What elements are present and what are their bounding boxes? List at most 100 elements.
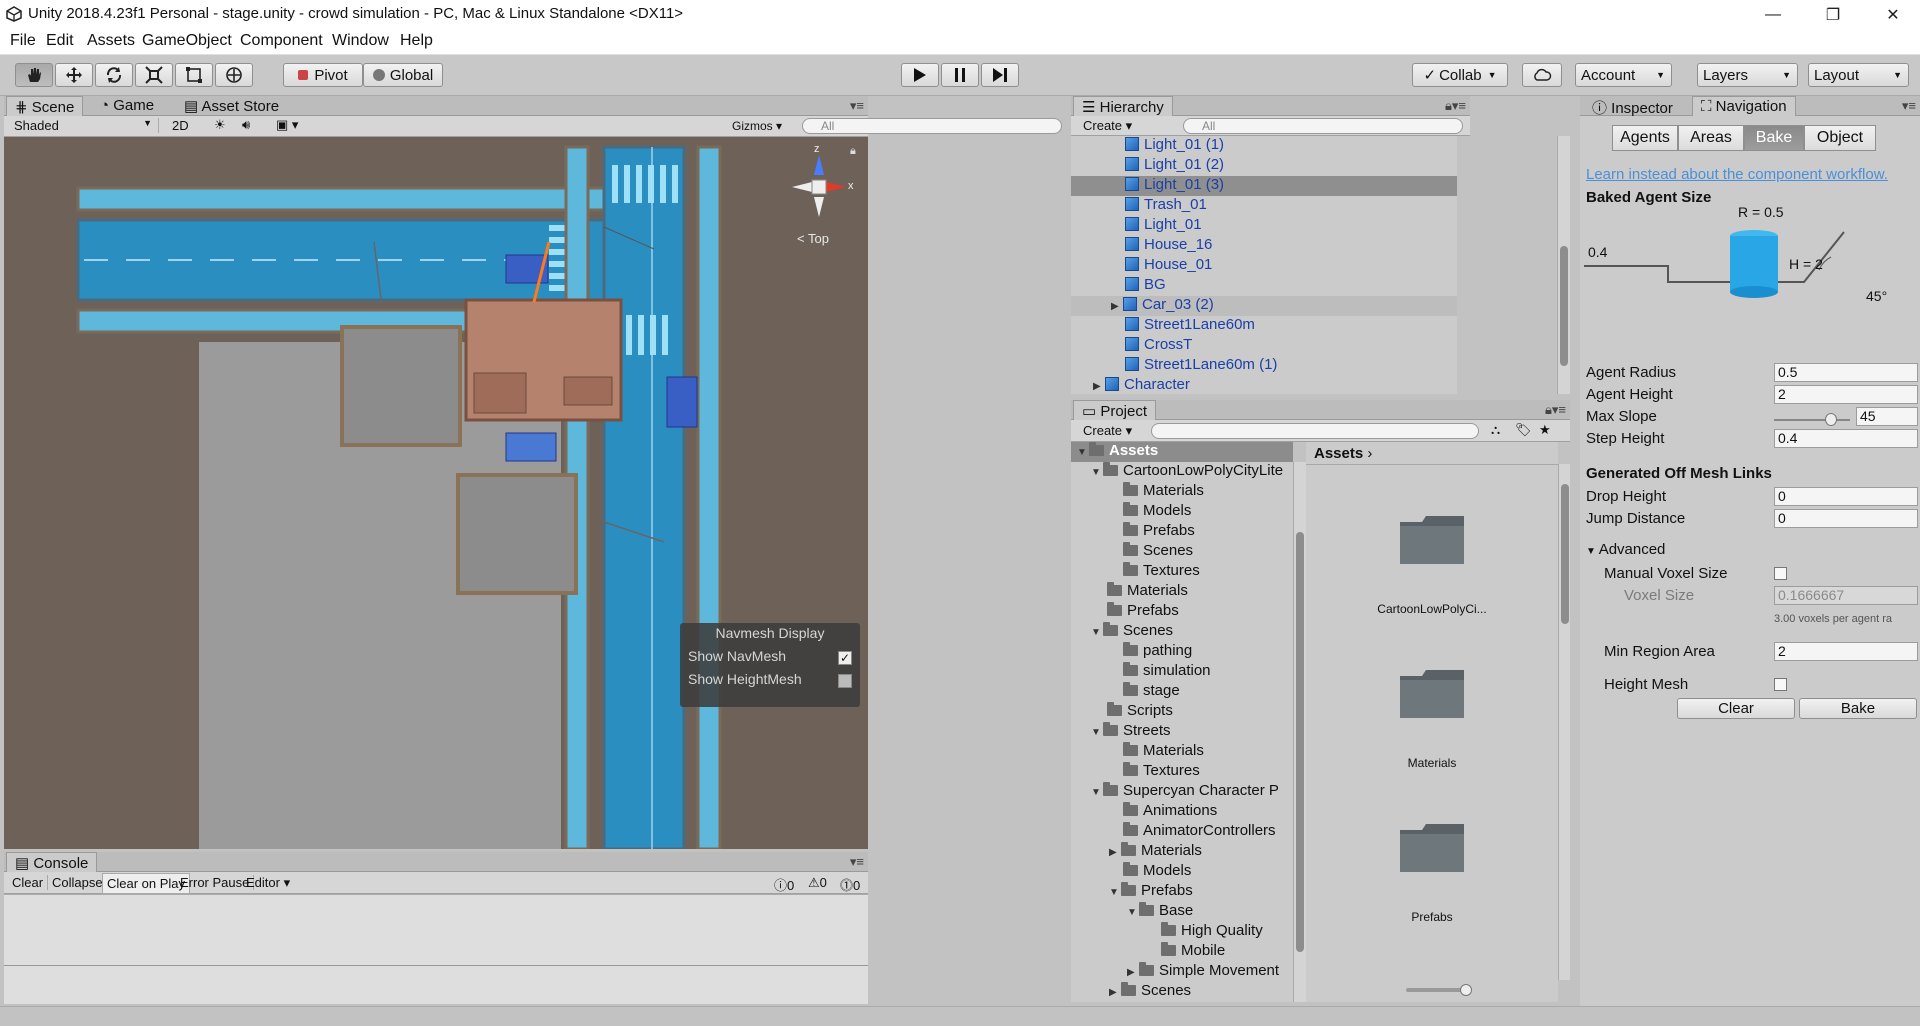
tab-project[interactable]: ▭ Project — [1073, 400, 1157, 420]
panel-menu-icon[interactable]: ▾≡ — [1902, 98, 1916, 114]
panel-menu-icon[interactable]: ▾≡ — [850, 98, 864, 114]
step-button[interactable] — [981, 63, 1019, 87]
asset-grid-scroll-thumb[interactable] — [1561, 484, 1569, 624]
tree-item[interactable]: Scenes — [1123, 542, 1193, 562]
hierarchy-item[interactable]: Light_01 (2)› — [1071, 156, 1457, 176]
collapse-arrow-icon[interactable]: ▼ — [1091, 467, 1103, 478]
zoom-slider-thumb[interactable] — [1460, 984, 1472, 996]
panel-menu-icon[interactable]: 🔒︎▾≡ — [1545, 402, 1566, 418]
hierarchy-search-input[interactable]: All — [1183, 118, 1463, 134]
tab-console[interactable]: ▤ Console — [6, 852, 98, 872]
expand-arrow-icon[interactable]: ▶ — [1109, 847, 1121, 858]
console-clear-button[interactable]: Clear — [8, 875, 49, 890]
tree-item[interactable]: stage — [1123, 682, 1180, 702]
max-slope-slider-thumb[interactable] — [1825, 413, 1837, 426]
collapse-arrow-icon[interactable]: ▼ — [1091, 787, 1103, 798]
hierarchy-item[interactable]: Trash_01› — [1071, 196, 1457, 216]
manual-voxel-size-checkbox[interactable] — [1774, 567, 1787, 580]
step-height-input[interactable]: 0.4 — [1774, 429, 1918, 448]
hierarchy-scroll-thumb[interactable] — [1560, 246, 1568, 366]
tab-scene[interactable]: ⋕ Scene — [6, 96, 84, 116]
pause-button[interactable] — [941, 63, 979, 87]
effects-dropdown-icon[interactable]: ▣ ▾ — [276, 117, 298, 133]
rotate-tool-button[interactable] — [95, 63, 133, 87]
nav-tab-bake[interactable]: Bake — [1744, 125, 1804, 151]
tree-item[interactable]: Models — [1123, 862, 1191, 882]
error-count[interactable]: ⓵0 — [840, 875, 860, 894]
orientation-gizmo[interactable]: z x — [784, 143, 854, 227]
nav-tab-object[interactable]: Object — [1804, 125, 1876, 151]
bake-button[interactable]: Bake — [1799, 698, 1917, 719]
menu-edit[interactable]: Edit — [46, 32, 74, 50]
scene-search-input[interactable]: All — [802, 118, 1062, 134]
tree-item[interactable]: Mobile — [1161, 942, 1225, 962]
tab-navigation[interactable]: ⛶ Navigation — [1692, 96, 1796, 116]
tab-game[interactable]: ◔ Game — [92, 96, 162, 116]
height-mesh-checkbox[interactable] — [1774, 678, 1787, 691]
tree-item[interactable]: AnimatorControllers — [1123, 822, 1276, 842]
asset-grid-item-label[interactable]: Materials — [1306, 756, 1558, 770]
hierarchy-item[interactable]: ▶Car_03 (2)› — [1071, 296, 1457, 316]
lock-icon[interactable]: 🔒︎ — [850, 145, 856, 158]
move-tool-button[interactable] — [55, 63, 93, 87]
tree-item-selected[interactable]: ▼ Assets — [1071, 442, 1293, 462]
editor-dropdown[interactable]: Editor ▾ — [242, 875, 294, 891]
collapse-arrow-icon[interactable]: ▼ — [1127, 907, 1139, 918]
hierarchy-item[interactable]: Street1Lane60m — [1071, 316, 1457, 336]
hierarchy-item-selected[interactable]: Light_01 (3)› — [1071, 176, 1457, 196]
tree-item[interactable]: Materials — [1123, 482, 1204, 502]
2d-toggle[interactable]: 2D — [172, 118, 189, 133]
tab-inspector[interactable]: ⓘ Inspector — [1584, 96, 1681, 117]
tree-item[interactable]: ▼ Base — [1127, 902, 1193, 922]
hierarchy-item[interactable]: BG› — [1071, 276, 1457, 296]
show-navmesh-checkbox[interactable]: ✓ — [838, 651, 852, 665]
panel-menu-icon[interactable]: ▾≡ — [850, 854, 864, 870]
menu-help[interactable]: Help — [400, 32, 433, 50]
tree-item[interactable]: Prefabs — [1107, 602, 1179, 622]
collapse-arrow-icon[interactable]: ▼ — [1077, 447, 1089, 458]
show-heightmesh-checkbox[interactable] — [838, 674, 852, 688]
tree-item[interactable]: Textures — [1123, 562, 1200, 582]
zoom-slider-track[interactable] — [1406, 988, 1466, 992]
folder-large-icon[interactable] — [1396, 820, 1468, 874]
tree-item[interactable]: Materials — [1123, 742, 1204, 762]
max-slope-input[interactable]: 45 — [1856, 407, 1918, 426]
scene-viewport[interactable]: z x < Top 🔒︎ Navmesh Display Show NavMes… — [4, 137, 868, 849]
panel-menu-icon[interactable]: 🔒︎▾≡ — [1445, 98, 1466, 114]
menu-component[interactable]: Component — [240, 32, 323, 50]
menu-file[interactable]: File — [10, 32, 36, 50]
hierarchy-item[interactable]: House_16› — [1071, 236, 1457, 256]
hierarchy-item[interactable]: ▶Character› — [1071, 376, 1457, 394]
menu-window[interactable]: Window — [332, 32, 389, 50]
tree-item[interactable]: simulation — [1123, 662, 1211, 682]
tab-hierarchy[interactable]: ☰ Hierarchy — [1073, 96, 1173, 116]
asset-grid-scrollbar[interactable] — [1558, 464, 1570, 980]
tree-item[interactable]: ▼ Scenes — [1091, 622, 1173, 642]
tree-item[interactable]: High Quality — [1161, 922, 1263, 942]
favorite-star-icon[interactable]: ★ — [1539, 422, 1551, 438]
log-count[interactable]: ⓘ0 — [774, 875, 794, 894]
hierarchy-item[interactable]: CrossT — [1071, 336, 1457, 356]
tree-item[interactable]: ▼ Streets — [1091, 722, 1171, 742]
account-dropdown[interactable]: Account ▼ — [1575, 63, 1672, 87]
max-slope-slider-track[interactable] — [1774, 419, 1850, 421]
tree-item[interactable]: Prefabs — [1123, 522, 1195, 542]
jump-distance-input[interactable]: 0 — [1774, 509, 1918, 528]
agent-height-input[interactable]: 2 — [1774, 385, 1918, 404]
folder-large-icon[interactable] — [1396, 666, 1468, 720]
expand-arrow-icon[interactable]: ▶ — [1127, 967, 1139, 978]
collapse-arrow-icon[interactable]: ▼ — [1091, 627, 1103, 638]
nav-tab-agents[interactable]: Agents — [1612, 125, 1678, 151]
tree-item[interactable]: pathing — [1123, 642, 1192, 662]
gizmos-dropdown[interactable]: Gizmos ▾ — [732, 119, 782, 133]
min-region-area-input[interactable]: 2 — [1774, 642, 1918, 661]
menu-assets[interactable]: Assets — [87, 32, 135, 50]
lighting-toggle-icon[interactable]: ☀ — [214, 117, 226, 133]
console-collapse-button[interactable]: Collapse — [48, 875, 108, 890]
minimize-icon[interactable]: — — [1746, 0, 1800, 30]
hierarchy-create-dropdown[interactable]: Create ▾ — [1083, 118, 1132, 134]
expand-arrow-icon[interactable]: ▶ — [1109, 987, 1121, 998]
collapse-arrow-icon[interactable]: ▼ — [1109, 887, 1121, 898]
project-tree-scroll-thumb[interactable] — [1296, 532, 1304, 952]
shading-mode-dropdown[interactable]: Shaded ▼ — [14, 118, 159, 133]
